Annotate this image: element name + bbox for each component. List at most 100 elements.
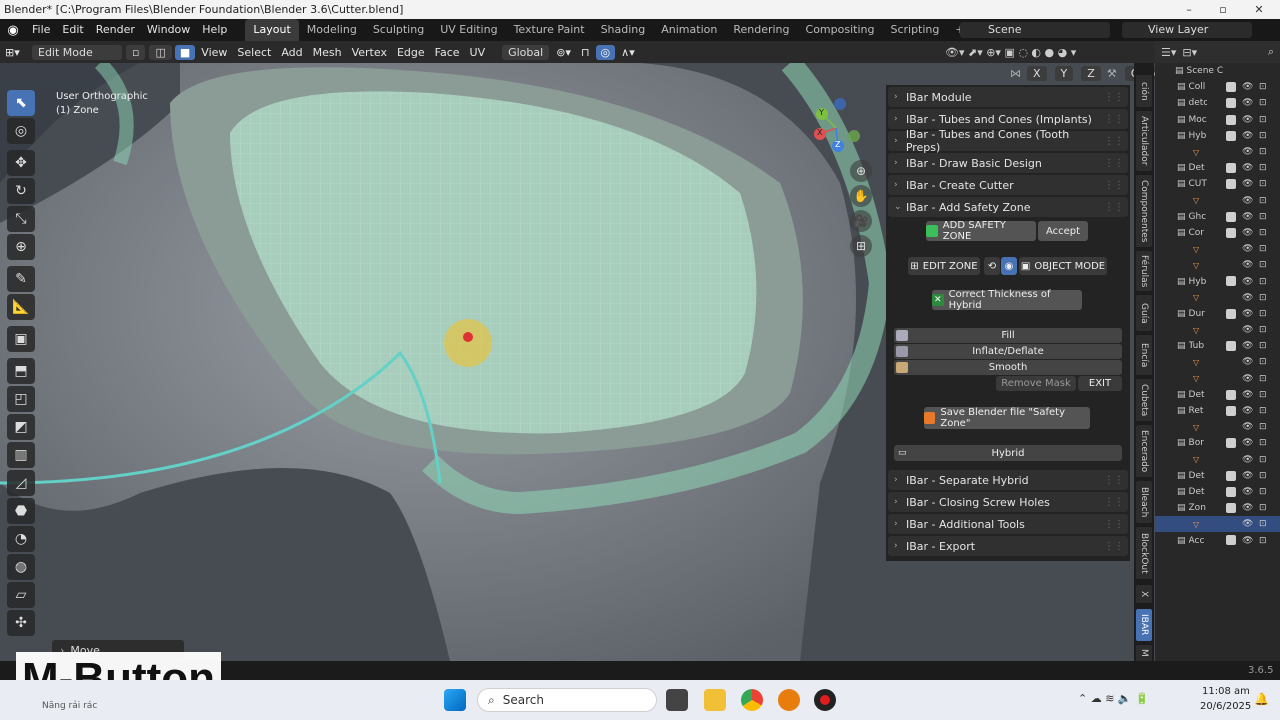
pivot-icon[interactable]: ⊚▾ — [551, 46, 576, 59]
inflate-deflate-button[interactable]: Inflate/Deflate — [894, 344, 1122, 359]
tab-texture-paint[interactable]: Texture Paint — [506, 19, 593, 41]
file-explorer-icon[interactable] — [704, 689, 726, 711]
eye-icon[interactable]: 👁 — [1242, 325, 1253, 335]
panel-tubes-tooth-preps[interactable]: › IBar - Tubes and Cones (Tooth Preps) ⋮⋮ — [888, 128, 1128, 154]
eye-icon[interactable]: 👁 — [1242, 422, 1253, 432]
proportional-edit-icon[interactable]: ◎ — [595, 44, 616, 60]
outliner-row[interactable]: ▽ 👁 ⊡ — [1155, 241, 1280, 257]
tab-sculpting[interactable]: Sculpting — [365, 19, 432, 41]
camera-icon[interactable]: ⊡ — [1259, 260, 1267, 270]
outliner-row[interactable]: ▤ Bor 👁 ⊡ — [1155, 435, 1280, 451]
rotate-tool-icon[interactable]: ↻ — [7, 178, 35, 204]
pan-hand-icon[interactable]: ✋ — [850, 185, 872, 207]
windows-start-icon[interactable] — [444, 689, 466, 711]
edit-zone-button[interactable]: ⊞ EDIT ZONE — [908, 257, 980, 275]
eye-icon[interactable]: 👁 — [1242, 98, 1253, 108]
menu-edge[interactable]: Edge — [392, 46, 430, 59]
camera-icon[interactable]: ⊡ — [1259, 163, 1267, 173]
panel-separate-hybrid[interactable]: › IBar - Separate Hybrid ⋮⋮ — [888, 470, 1128, 490]
tab-layout[interactable]: Layout — [245, 19, 299, 41]
outliner-row[interactable]: ▤ Hyb 👁 ⊡ — [1155, 128, 1280, 144]
eye-icon[interactable]: 👁 — [1242, 196, 1253, 206]
outliner-row[interactable]: ▤ Coll 👁 ⊡ — [1155, 79, 1280, 95]
outliner-row[interactable]: ▽ 👁 ⊡ — [1155, 144, 1280, 160]
loop-cut-tool-icon[interactable]: ▥ — [7, 442, 35, 468]
camera-icon[interactable]: ⊡ — [1259, 325, 1267, 335]
camera-icon[interactable]: ⊡ — [1259, 438, 1267, 448]
eye-icon[interactable]: 👁 — [1242, 357, 1253, 367]
navigation-gizmo[interactable]: X Y Z — [808, 98, 868, 158]
camera-icon[interactable]: ⊡ — [1259, 536, 1267, 546]
outliner-row[interactable]: ▤ Cor 👁 ⊡ — [1155, 225, 1280, 241]
exclude-checkbox[interactable] — [1226, 276, 1236, 287]
camera-icon[interactable]: ⊡ — [1259, 503, 1267, 513]
outliner-scene-collection[interactable]: ▤ Scene C — [1155, 63, 1280, 79]
mirror-icon[interactable]: ⋈ — [1010, 67, 1021, 80]
exit-button[interactable]: EXIT — [1078, 376, 1122, 391]
tab-animation[interactable]: Animation — [653, 19, 725, 41]
outliner-row[interactable]: ▤ deto 👁 ⊡ — [1155, 95, 1280, 111]
blender-taskbar-icon[interactable] — [778, 689, 800, 711]
tab-shading[interactable]: Shading — [593, 19, 654, 41]
outliner-row[interactable]: ▤ Det 👁 ⊡ — [1155, 160, 1280, 176]
eye-icon[interactable]: 👁 — [1242, 519, 1253, 529]
camera-icon[interactable]: ⊡ — [1259, 196, 1267, 206]
editor-type-icon[interactable]: ⊞▾ — [0, 46, 30, 59]
eye-icon[interactable]: 👁 — [1242, 82, 1253, 92]
tab-m[interactable]: M — [1136, 645, 1152, 661]
outliner-editor-icon[interactable]: ☰▾ — [1161, 46, 1176, 59]
panel-export[interactable]: › IBar - Export ⋮⋮ — [888, 536, 1128, 556]
accept-button[interactable]: Accept — [1038, 221, 1088, 241]
eye-icon[interactable]: 👁 — [1242, 179, 1253, 189]
select-box-tool-icon[interactable]: ⬉ — [7, 90, 35, 116]
rip-tool-icon[interactable]: ✣ — [7, 610, 35, 636]
eye-icon[interactable]: 👁 — [1242, 131, 1253, 141]
taskbar-search-box[interactable]: ⌕ Search — [477, 688, 657, 712]
fill-brush-button[interactable]: Fill — [894, 328, 1122, 343]
camera-icon[interactable]: ⊡ — [1259, 390, 1267, 400]
hybrid-button[interactable]: ▭ Hybrid — [894, 445, 1122, 461]
eye-icon[interactable]: 👁 — [1242, 277, 1253, 287]
exclude-checkbox[interactable] — [1226, 341, 1236, 352]
maximize-button[interactable]: ▫ — [1206, 0, 1240, 19]
camera-icon[interactable]: ⊡ — [1259, 519, 1267, 529]
camera-icon[interactable]: ⊡ — [1259, 357, 1267, 367]
panel-additional-tools[interactable]: › IBar - Additional Tools ⋮⋮ — [888, 514, 1128, 534]
eye-icon[interactable]: 👁 — [1242, 341, 1253, 351]
outliner-row[interactable]: ▤ Hyb 👁 ⊡ — [1155, 273, 1280, 289]
object-mode-button[interactable]: ▣ OBJECT MODE — [1019, 257, 1107, 275]
close-button[interactable]: ✕ — [1242, 0, 1276, 19]
camera-icon[interactable]: ⊡ — [1259, 374, 1267, 384]
tab-componentes[interactable]: Componentes — [1136, 175, 1152, 247]
menu-mesh[interactable]: Mesh — [308, 46, 347, 59]
eye-icon[interactable]: 👁 — [1242, 503, 1253, 513]
outliner-row[interactable]: ▽ 👁 ⊡ — [1155, 452, 1280, 468]
eye-icon[interactable]: 👁 — [1242, 406, 1253, 416]
tab-scripting[interactable]: Scripting — [882, 19, 947, 41]
inset-tool-icon[interactable]: ◰ — [7, 386, 35, 412]
exclude-checkbox[interactable] — [1226, 486, 1236, 497]
camera-icon[interactable]: ⊡ — [1259, 277, 1267, 287]
camera-icon[interactable]: ⊡ — [1259, 115, 1267, 125]
exclude-checkbox[interactable] — [1226, 163, 1236, 174]
menu-file[interactable]: File — [26, 19, 56, 41]
panel-add-safety-zone[interactable]: ⌄ IBar - Add Safety Zone ⋮⋮ — [888, 197, 1128, 217]
recorder-icon[interactable] — [814, 689, 836, 711]
outliner-row[interactable]: ▽ 👁 ⊡ — [1155, 371, 1280, 387]
camera-icon[interactable]: ⊡ — [1259, 179, 1267, 189]
exclude-checkbox[interactable] — [1226, 211, 1236, 222]
lasso-icon[interactable]: ⟲ — [984, 257, 1000, 275]
tab-modeling[interactable]: Modeling — [299, 19, 365, 41]
add-cube-tool-icon[interactable]: ▣ — [7, 326, 35, 352]
edge-select-mode[interactable]: ◫ — [149, 44, 172, 60]
exclude-checkbox[interactable] — [1226, 82, 1236, 93]
eye-icon[interactable]: 👁 — [1242, 374, 1253, 384]
eye-icon[interactable]: 👁 — [1242, 147, 1253, 157]
outliner-row[interactable]: ▽ 👁 ⊡ — [1155, 354, 1280, 370]
camera-icon[interactable]: ⊡ — [1259, 244, 1267, 254]
exclude-checkbox[interactable] — [1226, 535, 1236, 546]
camera-icon[interactable]: ⊡ — [1259, 212, 1267, 222]
spin-tool-icon[interactable]: ◔ — [7, 526, 35, 552]
tab-articulador[interactable]: Articulador — [1136, 111, 1152, 171]
save-safety-zone-button[interactable]: Save Blender file "Safety Zone" — [924, 407, 1090, 429]
